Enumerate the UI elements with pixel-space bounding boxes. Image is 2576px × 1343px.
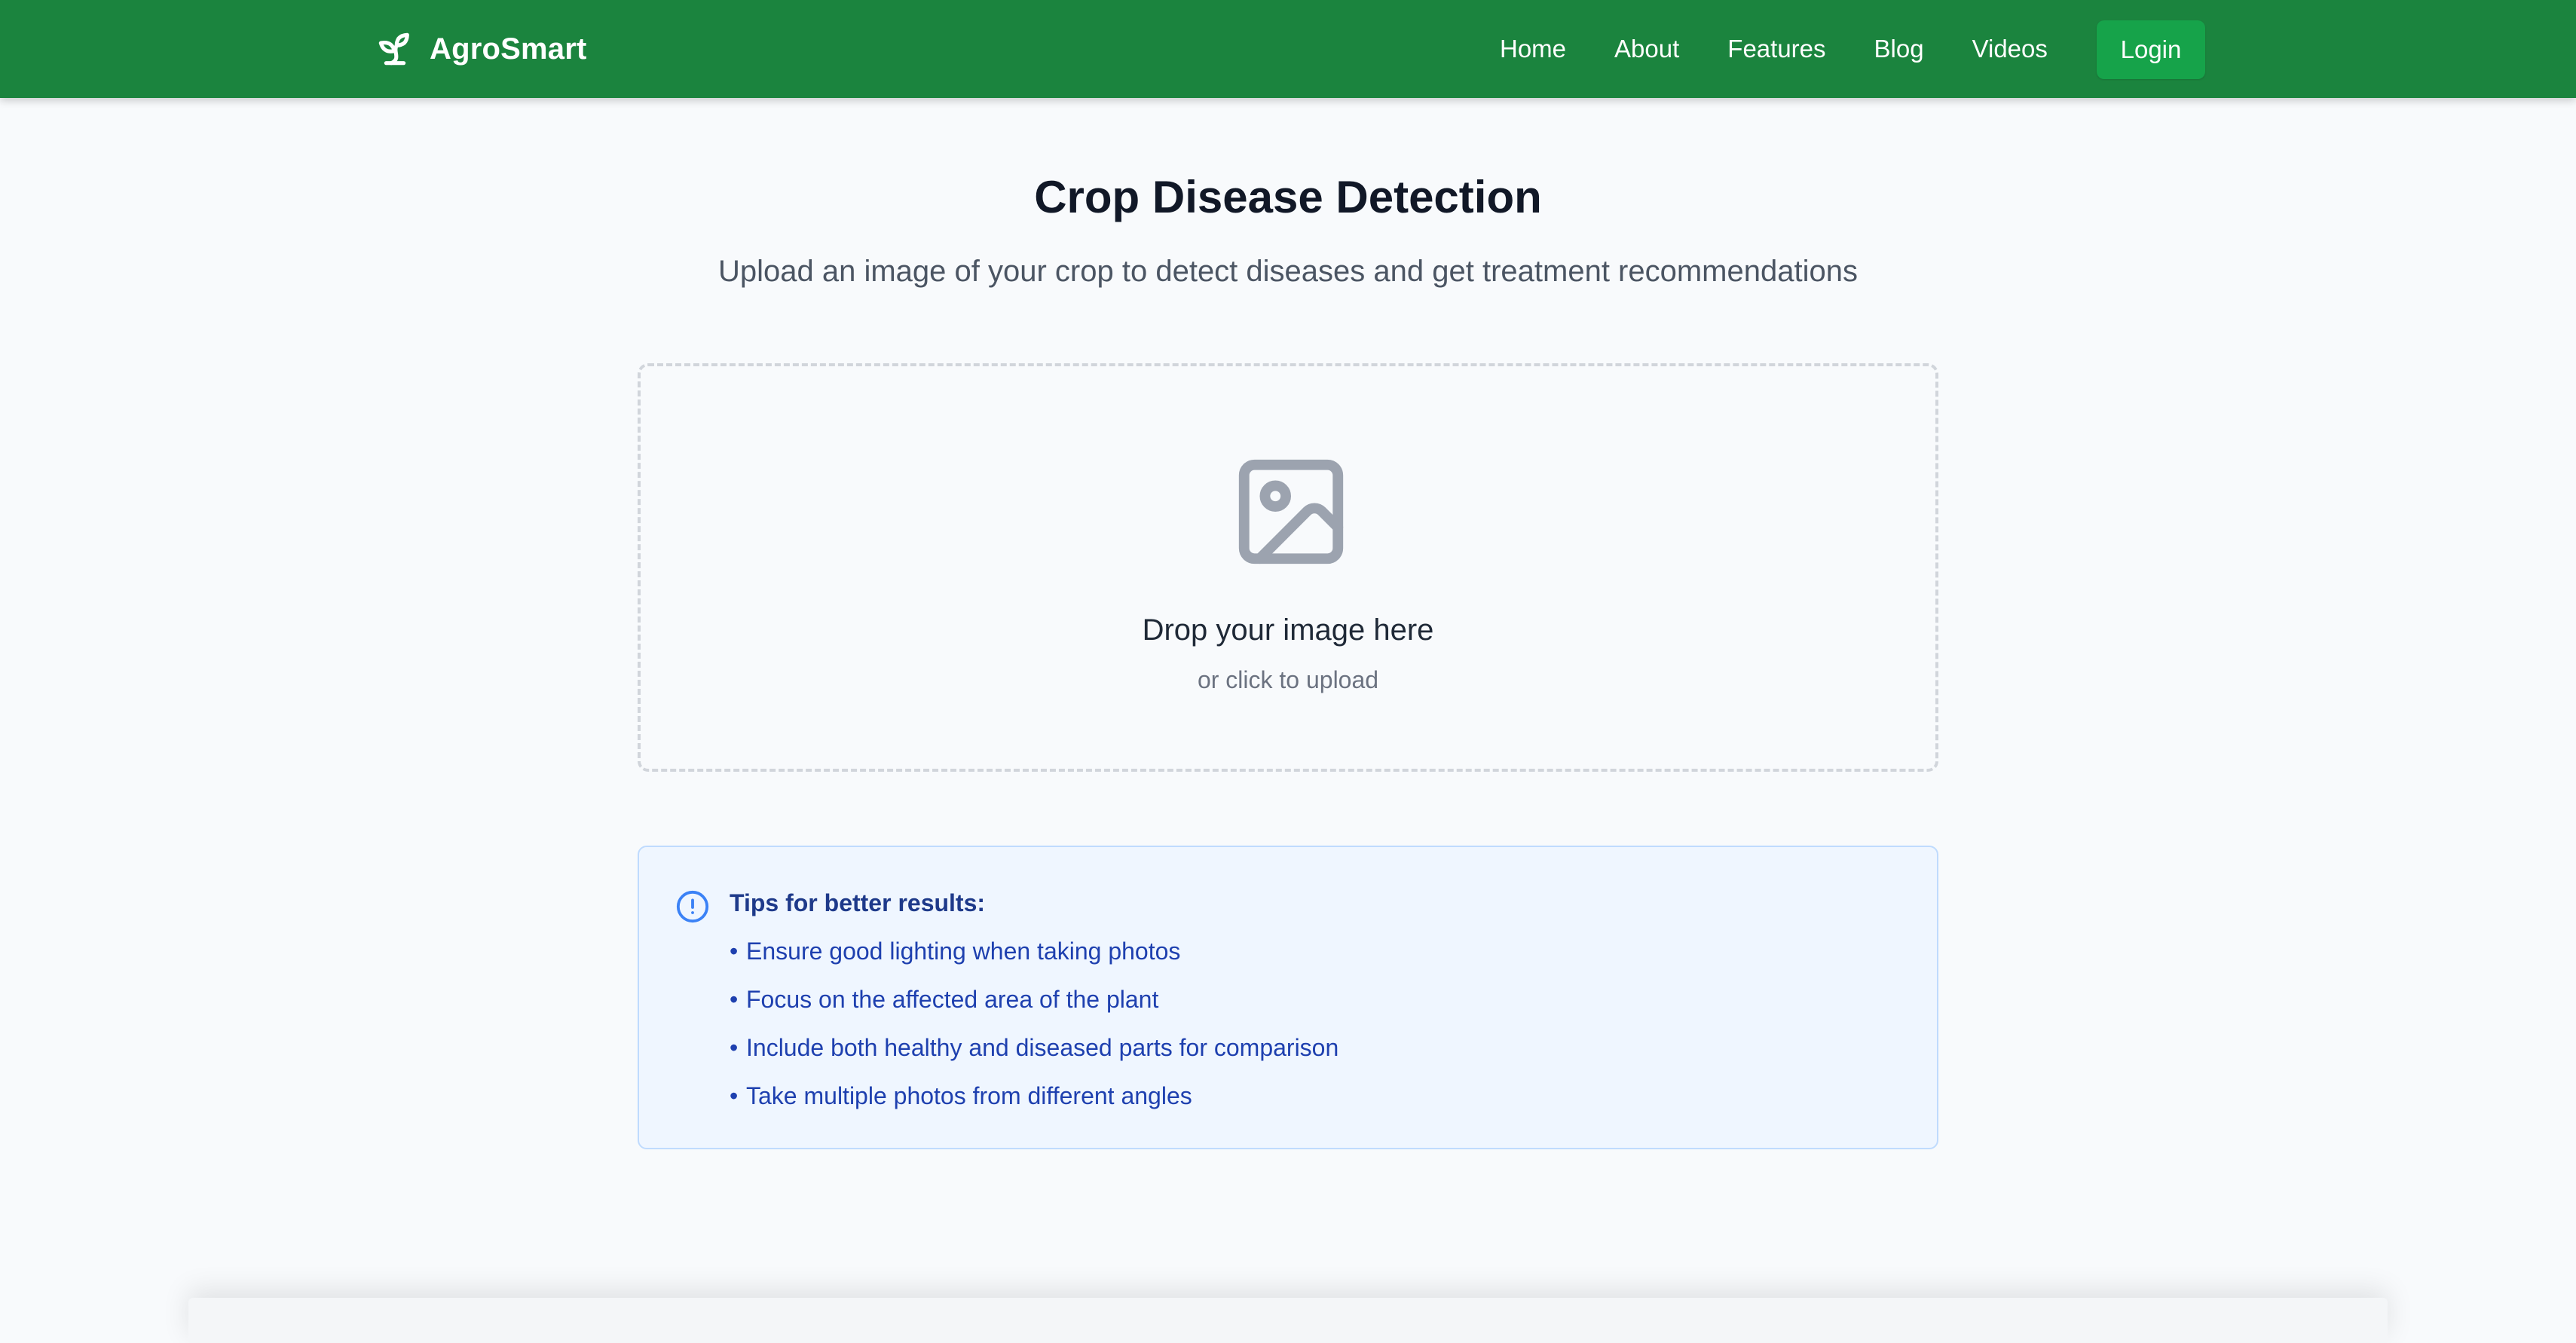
tip-text: Ensure good lighting when taking photos: [746, 938, 1181, 965]
page-title: Crop Disease Detection: [1034, 172, 1542, 222]
footer-card-edge: [188, 1298, 2388, 1343]
top-navbar: AgroSmart Home About Features Blog Video…: [0, 0, 2576, 98]
sprout-icon: [374, 28, 416, 70]
nav-link-features[interactable]: Features: [1727, 35, 1825, 63]
nav-link-about[interactable]: About: [1614, 35, 1679, 63]
nav-link-videos[interactable]: Videos: [1972, 35, 2048, 63]
tips-list: • Ensure good lighting when taking photos…: [730, 935, 1338, 1127]
tip-item: • Ensure good lighting when taking photos: [730, 935, 1338, 983]
image-icon: [1228, 449, 1354, 574]
tips-title: Tips for better results:: [730, 889, 986, 916]
image-upload-dropzone[interactable]: Drop your image here or click to upload: [638, 363, 1938, 772]
brand-logo-link[interactable]: AgroSmart: [374, 27, 587, 71]
info-icon: [675, 889, 710, 924]
tip-item: • Include both healthy and diseased parts…: [730, 1031, 1338, 1079]
dropzone-subtitle: or click to upload: [1197, 666, 1379, 693]
nav-link-blog[interactable]: Blog: [1874, 35, 1924, 63]
tip-item: • Focus on the affected area of the plant: [730, 983, 1338, 1031]
dropzone-title: Drop your image here: [1142, 613, 1434, 647]
tip-bullet: •: [730, 986, 739, 1013]
tip-text: Take multiple photos from different angl…: [746, 1082, 1192, 1109]
tip-text: Focus on the affected area of the plant: [746, 986, 1159, 1013]
brand-name: AgroSmart: [430, 32, 587, 66]
nav-link-home[interactable]: Home: [1500, 35, 1566, 63]
page-subtitle: Upload an image of your crop to detect d…: [718, 255, 1858, 288]
tip-bullet: •: [730, 1034, 739, 1061]
login-button[interactable]: Login: [2097, 20, 2205, 79]
tip-item: • Take multiple photos from different ang…: [730, 1079, 1338, 1127]
main-nav: Home About Features Blog Videos: [1500, 0, 2048, 98]
tip-bullet: •: [730, 1082, 739, 1109]
tips-panel: Tips for better results: • Ensure good li…: [638, 846, 1938, 1149]
tip-bullet: •: [730, 938, 739, 965]
tip-text: Include both healthy and diseased parts …: [746, 1034, 1339, 1061]
